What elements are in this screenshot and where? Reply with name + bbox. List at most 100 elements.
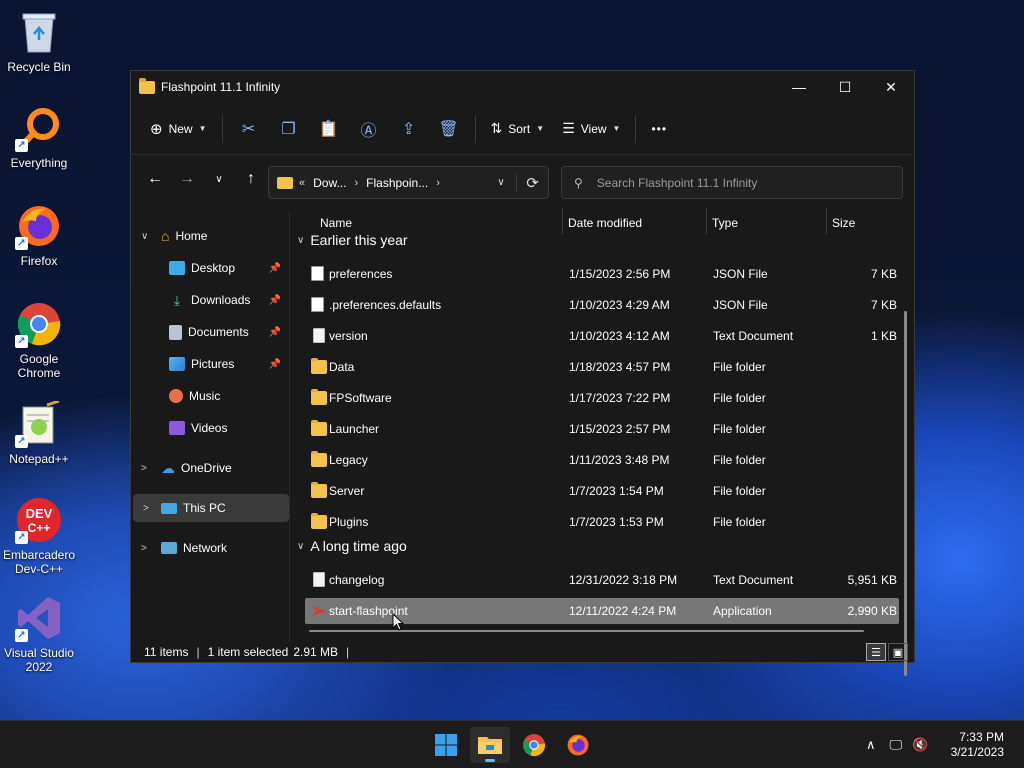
file-row[interactable]: preferences 1/15/2023 2:56 PM JSON File … <box>305 261 899 287</box>
file-list: Name Date modified Type Size ∨ Earlier t… <box>291 204 911 644</box>
start-button[interactable] <box>426 727 466 763</box>
file-row[interactable]: Legacy 1/11/2023 3:48 PM File folder <box>305 447 899 473</box>
new-button[interactable]: ⊕ New ▼ <box>141 112 216 146</box>
file-date: 1/7/2023 1:54 PM <box>569 484 664 498</box>
details-view-icon: ☰ <box>871 646 881 659</box>
rename-icon: Ⓐ <box>360 122 377 140</box>
share-button[interactable]: ⇪ <box>389 112 429 146</box>
file-date: 1/15/2023 2:56 PM <box>569 267 671 281</box>
back-button[interactable]: ← <box>139 163 171 195</box>
rename-button[interactable]: Ⓐ <box>349 112 389 146</box>
taskbar: ∧ 🖵 🔇 7:33 PM 3/21/2023 <box>0 720 1024 768</box>
desktop-icon-everything[interactable]: ↗ Everything <box>0 104 78 170</box>
nav-item-music[interactable]: Music <box>131 382 287 410</box>
breadcrumb-flashpoint[interactable]: Flashpoin... <box>366 176 428 190</box>
file-date: 12/11/2022 4:24 PM <box>569 604 677 618</box>
address-dropdown-button[interactable]: ∨ <box>486 177 516 188</box>
desktop-icon-label: Google Chrome <box>17 352 61 380</box>
desktop-icon-devcpp[interactable]: DEV C++ ↗ Embarcadero Dev-C++ <box>0 496 78 576</box>
file-date: 1/17/2023 7:22 PM <box>569 391 671 405</box>
file-row[interactable]: Launcher 1/15/2023 2:57 PM File folder <box>305 416 899 442</box>
column-header-name[interactable]: Name <box>320 212 352 234</box>
overflow-chevron-icon[interactable]: « <box>299 177 305 189</box>
file-type: File folder <box>713 391 766 405</box>
cut-button[interactable]: ✂ <box>229 112 269 146</box>
expand-chevron-icon[interactable]: > <box>143 503 149 514</box>
file-row[interactable]: .preferences.defaults 1/10/2023 4:29 AM … <box>305 292 899 318</box>
nav-item-label: Music <box>189 389 221 403</box>
shortcut-arrow-icon: ↗ <box>15 629 28 642</box>
nav-item-onedrive[interactable]: > ☁ OneDrive <box>131 454 287 482</box>
taskbar-chrome[interactable] <box>514 727 554 763</box>
firefox-icon <box>567 734 589 756</box>
file-type: File folder <box>713 360 766 374</box>
column-divider[interactable] <box>826 208 827 234</box>
address-bar[interactable]: « Dow... › Flashpoin... › ∨ ⟳ <box>268 166 549 199</box>
file-row[interactable]: Plugins 1/7/2023 1:53 PM File folder <box>305 509 899 535</box>
file-row[interactable]: Server 1/7/2023 1:54 PM File folder <box>305 478 899 504</box>
column-header-date-modified[interactable]: Date modified <box>568 212 642 234</box>
nav-item-home[interactable]: ∨ ⌂ Home <box>131 222 287 250</box>
column-divider[interactable] <box>562 208 563 234</box>
volume-muted-icon[interactable]: 🔇 <box>912 737 928 753</box>
desktop-icon-firefox[interactable]: ↗ Firefox <box>0 202 78 268</box>
network-status-icon[interactable]: 🖵 <box>890 737 903 753</box>
view-button[interactable]: ☰ View ▼ <box>553 112 629 146</box>
pane-splitter[interactable] <box>289 211 290 641</box>
up-button[interactable]: ↑ <box>235 163 267 195</box>
title-bar[interactable]: Flashpoint 11.1 Infinity — ☐ ✕ <box>131 71 914 103</box>
column-header-type[interactable]: Type <box>712 212 738 234</box>
chrome-icon <box>522 734 546 757</box>
search-box[interactable]: ⚲ Search Flashpoint 11.1 Infinity <box>561 166 903 199</box>
file-size: 2,990 KB <box>847 604 897 618</box>
expand-chevron-icon[interactable]: > <box>141 543 147 554</box>
nav-item-downloads[interactable]: ⤓ Downloads 📌 <box>131 286 287 314</box>
expand-chevron-icon[interactable]: > <box>141 463 147 474</box>
sort-button[interactable]: ⇅ Sort ▼ <box>482 112 554 146</box>
group-header[interactable]: ∨ A long time ago <box>297 538 407 554</box>
nav-item-desktop[interactable]: Desktop 📌 <box>131 254 287 282</box>
folder-icon <box>311 389 327 405</box>
refresh-button[interactable]: ⟳ <box>516 173 548 192</box>
taskbar-firefox[interactable] <box>558 727 598 763</box>
tray-overflow-chevron-icon[interactable]: ∧ <box>866 737 876 753</box>
file-row[interactable]: changelog 12/31/2022 3:18 PM Text Docume… <box>305 567 899 593</box>
nav-item-pictures[interactable]: Pictures 📌 <box>131 350 287 378</box>
nav-item-documents[interactable]: Documents 📌 <box>131 318 287 346</box>
paste-button[interactable]: 📋 <box>309 112 349 146</box>
recent-locations-button[interactable]: ∨ <box>203 163 235 195</box>
minimize-button[interactable]: — <box>776 71 822 103</box>
see-more-button[interactable]: ••• <box>642 112 676 146</box>
desktop-icon-chrome[interactable]: ↗ Google Chrome <box>0 300 78 380</box>
breadcrumb-downloads[interactable]: Dow... <box>313 176 346 190</box>
nav-item-network[interactable]: > Network <box>131 534 287 562</box>
desktop-icon-recycle-bin[interactable]: Recycle Bin <box>0 8 78 74</box>
search-icon: ⚲ <box>574 175 583 190</box>
nav-item-this-pc[interactable]: > This PC <box>133 494 289 522</box>
desktop-icon-notepadpp[interactable]: ↗ Notepad++ <box>0 400 78 466</box>
chevron-down-icon: ▼ <box>198 124 207 133</box>
expand-chevron-icon[interactable]: ∨ <box>141 231 148 242</box>
column-divider[interactable] <box>706 208 707 234</box>
clock[interactable]: 7:33 PM 3/21/2023 <box>951 730 1004 760</box>
desktop-icon-visual-studio[interactable]: ↗ Visual Studio 2022 <box>0 594 78 674</box>
desktop-icon-label: Visual Studio 2022 <box>4 646 74 674</box>
chevron-down-icon: ∨ <box>215 173 223 185</box>
file-row[interactable]: FPSoftware 1/17/2023 7:22 PM File folder <box>305 385 899 411</box>
tiles-view-button[interactable]: ▣ <box>888 643 908 661</box>
column-header-size[interactable]: Size <box>832 212 855 234</box>
forward-button[interactable]: → <box>171 163 203 195</box>
copy-button[interactable]: ❐ <box>269 112 309 146</box>
details-view-button[interactable]: ☰ <box>866 643 886 661</box>
close-button[interactable]: ✕ <box>868 71 914 103</box>
vertical-scrollbar[interactable] <box>904 311 907 676</box>
file-name: Server <box>329 484 365 498</box>
group-header[interactable]: ∨ Earlier this year <box>297 232 408 248</box>
file-row[interactable]: version 1/10/2023 4:12 AM Text Document … <box>305 323 899 349</box>
file-row[interactable]: Data 1/18/2023 4:57 PM File folder <box>305 354 899 380</box>
nav-item-videos[interactable]: Videos <box>131 414 287 442</box>
taskbar-file-explorer[interactable] <box>470 727 510 763</box>
mouse-cursor-icon <box>392 613 404 631</box>
maximize-button[interactable]: ☐ <box>822 71 868 103</box>
delete-button[interactable]: 🗑 <box>429 112 469 146</box>
